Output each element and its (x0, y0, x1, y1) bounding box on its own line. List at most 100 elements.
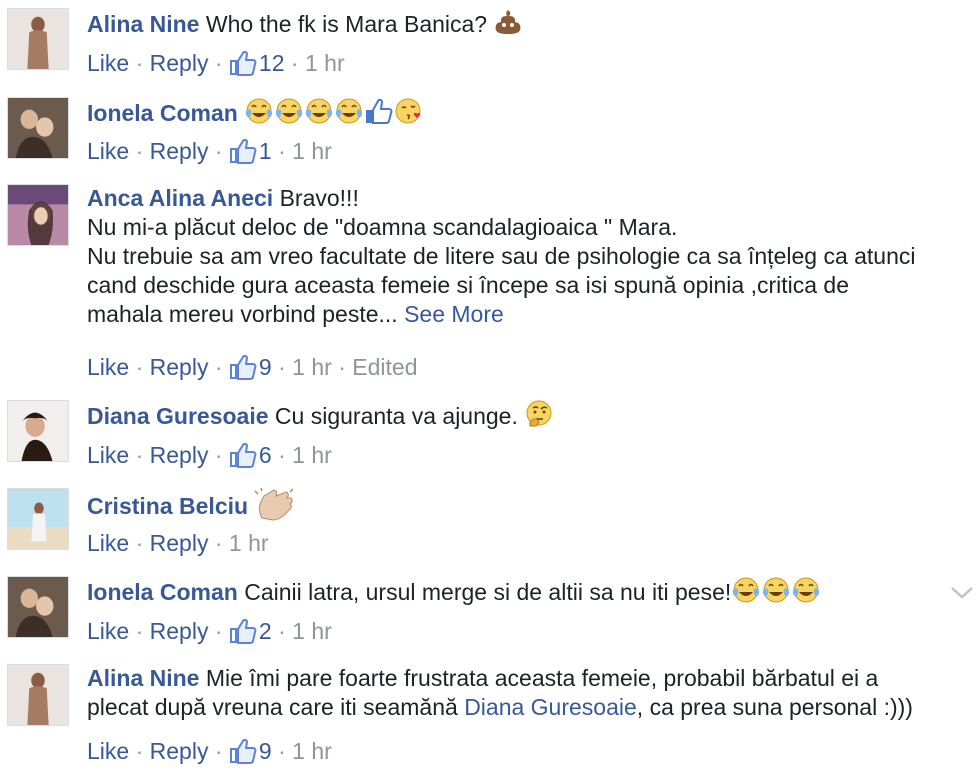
reply-link[interactable]: Reply (150, 442, 209, 468)
comment-author[interactable]: Cristina Belciu (87, 493, 248, 519)
tears-of-joy-emoji-icon (731, 576, 761, 604)
like-reaction-icon[interactable] (229, 138, 257, 164)
separator: · (278, 354, 286, 380)
separator: · (135, 50, 144, 76)
see-more-link[interactable]: See More (404, 301, 504, 327)
timestamp[interactable]: 1 hr (292, 442, 332, 468)
reply-link[interactable]: Reply (150, 530, 209, 556)
avatar[interactable] (7, 664, 69, 726)
comment-author[interactable]: Ionela Coman (87, 100, 238, 126)
reply-link[interactable]: Reply (150, 738, 209, 764)
tears-of-joy-emoji-icon (304, 97, 334, 125)
comment-body: Alina Nine Who the fk is Mara Banica? (87, 8, 956, 39)
tears-of-joy-emoji-icon (334, 97, 364, 125)
separator: · (214, 354, 223, 380)
edited-label[interactable]: Edited (352, 354, 417, 380)
separator: · (135, 618, 144, 644)
separator: · (214, 738, 223, 764)
like-reaction-icon[interactable] (229, 738, 257, 764)
comment-author[interactable]: Anca Alina Aneci (87, 185, 273, 211)
thinking-face-emoji-icon (526, 400, 552, 427)
separator: · (135, 530, 144, 556)
comment-body: Ionela Coman Cainii latra, ursul merge s… (87, 576, 956, 607)
reaction-count[interactable]: 2 (259, 618, 272, 644)
reaction-count[interactable]: 9 (259, 738, 272, 764)
tears-of-joy-emoji-icon (761, 576, 791, 604)
like-link[interactable]: Like (87, 138, 129, 164)
comment-author[interactable]: Alina Nine (87, 665, 199, 691)
separator: · (290, 50, 299, 76)
reply-link[interactable]: Reply (150, 50, 209, 76)
tears-of-joy-emoji-icon (274, 97, 304, 125)
chevron-down-icon[interactable] (948, 581, 976, 603)
tears-of-joy-emoji-icon (244, 97, 274, 125)
separator: · (135, 138, 144, 164)
like-link[interactable]: Like (87, 50, 129, 76)
separator: · (278, 618, 286, 644)
separator: · (278, 138, 286, 164)
timestamp[interactable]: 1 hr (292, 738, 332, 764)
reaction-count[interactable]: 6 (259, 442, 272, 468)
avatar[interactable] (7, 97, 69, 159)
comment-text-line: plecat după vreuna care iti seamănă (87, 694, 458, 720)
like-link[interactable]: Like (87, 530, 129, 556)
reaction-count[interactable]: 12 (259, 50, 285, 76)
comment-actions: Like · Reply · 12 · 1 hr (87, 48, 345, 78)
comment-text-line: , ca prea suna personal :))) (636, 694, 913, 720)
separator: · (278, 738, 286, 764)
comment-body: Alina Nine Mie îmi pare foarte frustrata… (87, 664, 956, 722)
comment-text-line: Nu trebuie sa am vreo facultate de liter… (87, 243, 916, 269)
comment-author[interactable]: Diana Guresoaie (87, 403, 269, 429)
avatar[interactable] (7, 8, 69, 70)
separator: · (278, 442, 286, 468)
comment-body: Cristina Belciu (87, 488, 956, 522)
avatar[interactable] (7, 184, 69, 246)
like-reaction-icon[interactable] (229, 354, 257, 380)
comment-text-line: Mie îmi pare foarte frustrata aceasta fe… (205, 665, 879, 691)
like-reaction-icon[interactable] (229, 50, 257, 76)
avatar[interactable] (7, 576, 69, 638)
comment-text-line: cand deschide gura aceasta femeie si înc… (87, 272, 850, 298)
reaction-count[interactable]: 1 (259, 138, 272, 164)
timestamp[interactable]: 1 hr (292, 138, 332, 164)
like-reaction-icon[interactable] (229, 442, 257, 468)
tears-of-joy-emoji-icon (791, 576, 821, 604)
separator: · (214, 618, 223, 644)
kiss-emoji-icon (395, 98, 421, 124)
separator: · (214, 442, 223, 468)
separator: · (214, 50, 223, 76)
comment-body: Anca Alina Aneci Bravo!!! Nu mi-a plăcut… (87, 184, 956, 329)
clapping-hands-emoji-icon (254, 488, 294, 521)
separator: · (135, 738, 144, 764)
comment-text: Cu siguranta va ajunge. (274, 403, 518, 429)
like-link[interactable]: Like (87, 618, 129, 644)
like-link[interactable]: Like (87, 738, 129, 764)
separator: · (214, 530, 223, 556)
comment-actions: Like · Reply · 9 · 1 hr (87, 736, 332, 766)
separator: · (135, 354, 144, 380)
reply-link[interactable]: Reply (150, 138, 209, 164)
comment-text: Cainii latra, ursul merge si de altii sa… (244, 579, 732, 605)
like-link[interactable]: Like (87, 354, 129, 380)
avatar[interactable] (7, 400, 69, 462)
reaction-count[interactable]: 9 (259, 354, 272, 380)
timestamp[interactable]: 1 hr (292, 618, 332, 644)
timestamp[interactable]: 1 hr (305, 50, 345, 76)
reply-link[interactable]: Reply (150, 618, 209, 644)
comment-actions: Like · Reply · 1 · 1 hr (87, 136, 332, 166)
comment-text-line: Nu mi-a plăcut deloc de "doamna scandala… (87, 214, 678, 240)
comment-author[interactable]: Alina Nine (87, 11, 199, 37)
comment-author[interactable]: Ionela Coman (87, 579, 238, 605)
timestamp[interactable]: 1 hr (229, 530, 269, 556)
comment-text-line: Bravo!!! (279, 185, 359, 211)
comment-text-line: mahala mereu vorbind peste... (87, 301, 398, 327)
poop-emoji-icon (496, 10, 521, 34)
like-reaction-icon[interactable] (229, 618, 257, 644)
avatar[interactable] (7, 488, 69, 550)
separator: · (135, 442, 144, 468)
timestamp[interactable]: 1 hr (292, 354, 332, 380)
mention-link[interactable]: Diana Guresoaie (464, 694, 637, 720)
comment-body: Ionela Coman (87, 97, 956, 128)
like-link[interactable]: Like (87, 442, 129, 468)
reply-link[interactable]: Reply (150, 354, 209, 380)
